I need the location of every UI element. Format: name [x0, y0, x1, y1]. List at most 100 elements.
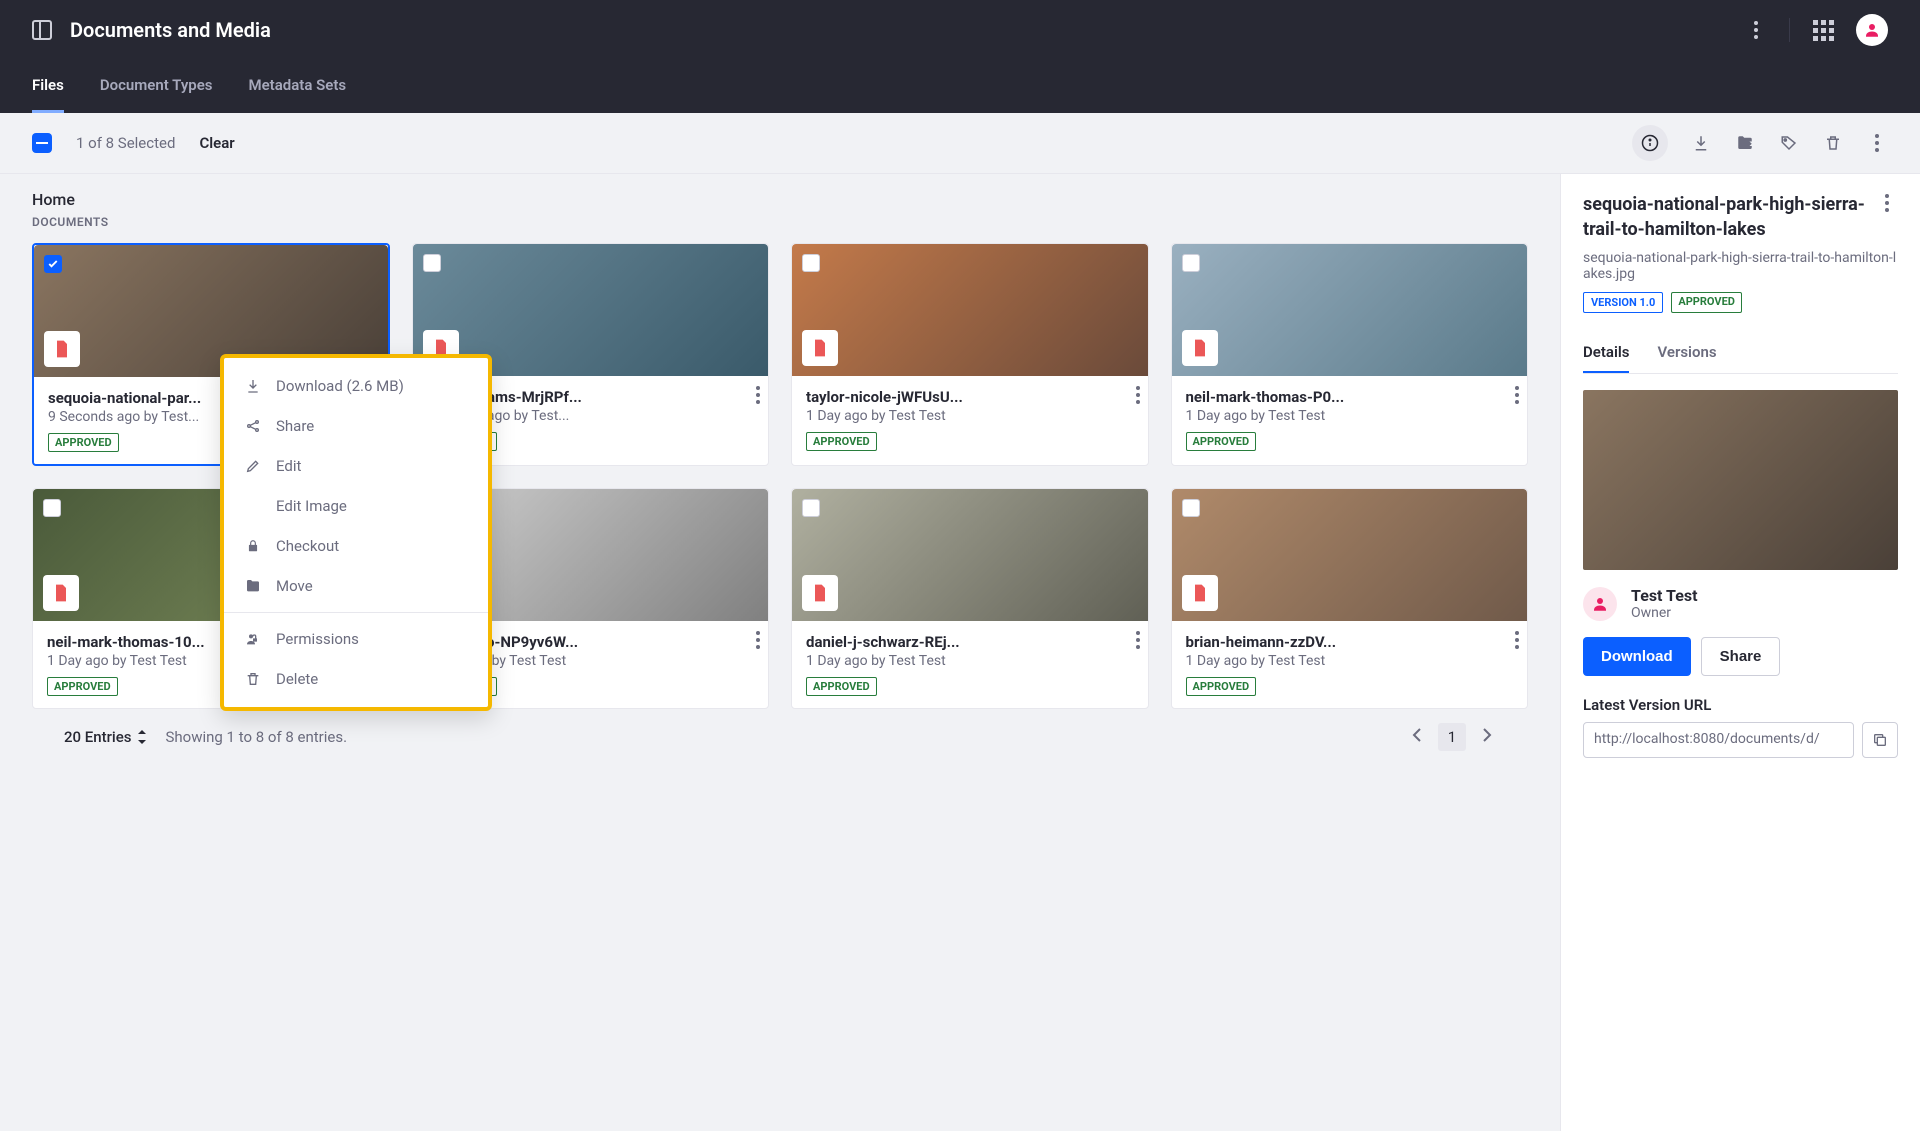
image-file-icon	[802, 330, 838, 366]
copy-button[interactable]	[1862, 722, 1898, 758]
menu-edit-label: Edit	[276, 457, 301, 475]
permissions-icon	[244, 631, 262, 647]
card-title: sequoia-national-par...	[48, 389, 228, 407]
divider	[1789, 18, 1790, 42]
main-tabs: Files Document Types Metadata Sets	[0, 60, 1920, 113]
status-badge: APPROVED	[806, 677, 877, 696]
lock-icon	[244, 539, 262, 553]
card-title: neil-mark-thomas-10...	[47, 633, 227, 651]
card-subtitle: 9 Seconds ago by Test...	[48, 409, 238, 425]
card-title: daniel-j-schwarz-REj...	[806, 633, 986, 651]
card-checkbox[interactable]	[423, 254, 441, 272]
menu-edit[interactable]: Edit	[224, 446, 488, 486]
url-input[interactable]: http://localhost:8080/documents/d/	[1583, 722, 1854, 758]
panel-tab-versions[interactable]: Versions	[1657, 333, 1716, 373]
select-all-checkbox[interactable]	[32, 133, 52, 153]
prev-page-button[interactable]	[1408, 724, 1426, 750]
tab-files[interactable]: Files	[32, 60, 64, 113]
entries-label: 20 Entries	[64, 728, 131, 746]
trash-icon[interactable]	[1822, 132, 1844, 154]
user-avatar[interactable]	[1856, 14, 1888, 46]
card-thumbnail[interactable]	[792, 244, 1148, 376]
details-panel: sequoia-national-park-high-sierra-trail-…	[1560, 174, 1920, 1131]
card-title: brian-heimann-zzDV...	[1186, 633, 1366, 651]
tab-document-types[interactable]: Document Types	[100, 60, 213, 113]
menu-download-label: Download (2.6 MB)	[276, 377, 404, 395]
menu-download[interactable]: Download (2.6 MB)	[224, 366, 488, 406]
card-subtitle: 1 Day ago by Test Test	[1186, 408, 1376, 424]
status-badge: APPROVED	[48, 433, 119, 452]
menu-delete[interactable]: Delete	[224, 659, 488, 699]
document-card[interactable]: daniel-j-schwarz-REj... 1 Day ago by Tes…	[791, 488, 1149, 709]
version-badge: VERSION 1.0	[1583, 292, 1663, 313]
folder-move-icon	[244, 578, 262, 594]
card-title: taylor-nicole-jWFUsU...	[806, 388, 986, 406]
card-checkbox[interactable]	[43, 499, 61, 517]
tag-icon[interactable]	[1778, 132, 1800, 154]
card-subtitle: 1 Day ago by Test Test	[1186, 653, 1376, 669]
kebab-icon[interactable]	[1745, 19, 1767, 41]
card-checkbox[interactable]	[802, 499, 820, 517]
apps-icon[interactable]	[1812, 19, 1834, 41]
breadcrumb[interactable]: Home	[32, 190, 1528, 209]
menu-checkout[interactable]: Checkout	[224, 526, 488, 566]
card-more-icon[interactable]	[1136, 631, 1140, 649]
info-icon[interactable]	[1632, 125, 1668, 161]
card-more-icon[interactable]	[756, 386, 760, 404]
panel-filename: sequoia-national-park-high-sierra-trail-…	[1583, 250, 1898, 282]
pagination: 20 Entries Showing 1 to 8 of 8 entries. …	[32, 709, 1528, 765]
card-subtitle: 1 Day ago by Test Test	[806, 408, 996, 424]
menu-move-label: Move	[276, 577, 313, 595]
preview-image	[1583, 390, 1898, 570]
panel-more-icon[interactable]	[1876, 192, 1898, 214]
card-subtitle: 1 Day ago by Test Test	[47, 653, 237, 669]
menu-share-label: Share	[276, 417, 314, 435]
menu-divider	[224, 612, 488, 613]
card-more-icon[interactable]	[756, 631, 760, 649]
download-icon[interactable]	[1690, 132, 1712, 154]
card-thumbnail[interactable]	[1172, 244, 1528, 376]
card-thumbnail[interactable]	[1172, 489, 1528, 621]
card-checkbox[interactable]	[1182, 499, 1200, 517]
panel-tab-details[interactable]: Details	[1583, 333, 1629, 373]
document-card[interactable]: taylor-nicole-jWFUsU... 1 Day ago by Tes…	[791, 243, 1149, 466]
trash-icon	[244, 671, 262, 687]
image-file-icon	[1182, 575, 1218, 611]
more-actions-icon[interactable]	[1866, 132, 1888, 154]
share-button[interactable]: Share	[1701, 637, 1781, 676]
menu-permissions[interactable]: Permissions	[224, 619, 488, 659]
card-more-icon[interactable]	[1136, 386, 1140, 404]
card-checkbox[interactable]	[44, 255, 62, 273]
page-title: Documents and Media	[70, 18, 1745, 42]
panel-toggle-icon[interactable]	[32, 20, 52, 40]
status-badge: APPROVED	[47, 677, 118, 696]
card-more-icon[interactable]	[1515, 386, 1519, 404]
entries-per-page[interactable]: 20 Entries	[64, 728, 147, 746]
move-icon[interactable]	[1734, 132, 1756, 154]
menu-edit-image[interactable]: Edit Image	[224, 486, 488, 526]
share-icon	[244, 418, 262, 434]
page-number[interactable]: 1	[1438, 723, 1466, 751]
card-checkbox[interactable]	[1182, 254, 1200, 272]
menu-share[interactable]: Share	[224, 406, 488, 446]
menu-permissions-label: Permissions	[276, 630, 359, 648]
document-card[interactable]: brian-heimann-zzDV... 1 Day ago by Test …	[1171, 488, 1529, 709]
document-card[interactable]: neil-mark-thomas-P0... 1 Day ago by Test…	[1171, 243, 1529, 466]
tab-metadata-sets[interactable]: Metadata Sets	[248, 60, 346, 113]
menu-move[interactable]: Move	[224, 566, 488, 606]
next-page-button[interactable]	[1478, 724, 1496, 750]
selection-count: 1 of 8 Selected	[76, 134, 175, 152]
selection-bar: 1 of 8 Selected Clear	[0, 113, 1920, 174]
pencil-icon	[244, 458, 262, 474]
owner-avatar	[1583, 587, 1617, 621]
panel-title: sequoia-national-park-high-sierra-trail-…	[1583, 192, 1876, 242]
owner-name: Test Test	[1631, 586, 1698, 605]
card-checkbox[interactable]	[802, 254, 820, 272]
card-subtitle: 1 Day ago by Test Test	[806, 653, 996, 669]
section-label: DOCUMENTS	[32, 215, 1528, 229]
clear-selection-button[interactable]: Clear	[199, 134, 234, 152]
card-thumbnail[interactable]	[792, 489, 1148, 621]
card-more-icon[interactable]	[1515, 631, 1519, 649]
download-button[interactable]: Download	[1583, 637, 1691, 676]
showing-text: Showing 1 to 8 of 8 entries.	[165, 728, 347, 746]
